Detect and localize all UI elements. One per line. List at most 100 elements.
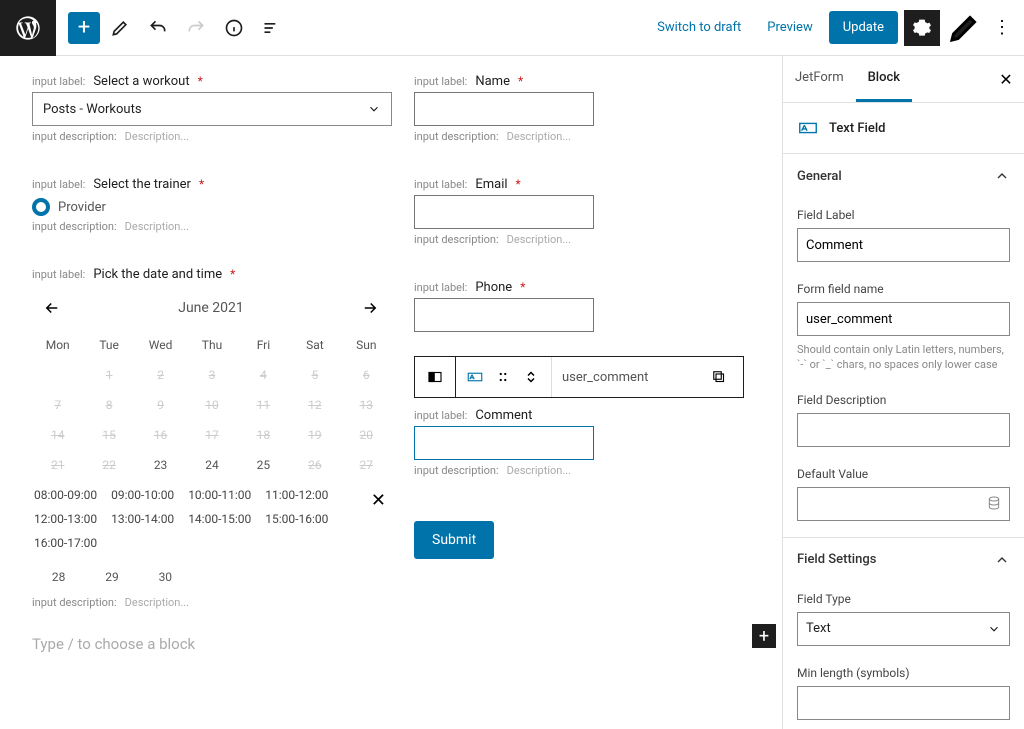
cal-day[interactable]: 28 <box>32 562 85 592</box>
field-desc-lbl: Field Description <box>797 393 1010 407</box>
cal-day[interactable]: 24 <box>186 450 237 480</box>
name-input[interactable] <box>414 92 594 126</box>
block-type-icon-button[interactable] <box>421 363 449 391</box>
chevron-up-icon <box>994 168 1010 184</box>
cal-day[interactable]: 23 <box>135 450 186 480</box>
add-inline-block-button[interactable]: + <box>752 624 776 648</box>
field-desc-input[interactable] <box>797 413 1010 447</box>
cal-day[interactable]: 30 <box>139 562 192 592</box>
cal-day: 4 <box>238 360 289 390</box>
preview-link[interactable]: Preview <box>757 12 822 43</box>
edit-mode-button[interactable] <box>102 10 138 46</box>
chevron-up-icon <box>994 552 1010 568</box>
cal-day: 11 <box>238 390 289 420</box>
phone-field: input label: Phone * <box>414 280 772 332</box>
time-slot[interactable]: 16:00-17:00 <box>32 534 99 552</box>
min-length-input[interactable] <box>797 686 1010 720</box>
undo-button[interactable] <box>140 10 176 46</box>
text-field-icon <box>797 117 819 139</box>
cal-day: 26 <box>289 450 340 480</box>
trainer-label[interactable]: Select the trainer <box>93 177 191 192</box>
close-sidebar-button[interactable]: ✕ <box>988 59 1024 99</box>
datetime-field: input label: Pick the date and time * Ju… <box>32 267 390 609</box>
chevron-down-icon <box>367 102 381 116</box>
field-type-select[interactable]: Text <box>797 612 1010 646</box>
cal-day-header: Sun <box>341 330 392 360</box>
time-slot[interactable]: 10:00-11:00 <box>186 486 253 504</box>
block-prompt[interactable]: Type / to choose a block <box>32 635 390 653</box>
section-general-toggle[interactable]: General <box>783 154 1024 198</box>
cal-day: 15 <box>83 420 134 450</box>
cal-day: 1 <box>83 360 134 390</box>
cal-day: 12 <box>289 390 340 420</box>
info-button[interactable] <box>216 10 252 46</box>
workout-select[interactable]: Posts - Workouts <box>32 92 392 126</box>
time-slot[interactable]: 13:00-14:00 <box>109 510 176 528</box>
block-type-label: Text Field <box>829 121 885 136</box>
phone-label[interactable]: Phone <box>475 280 512 295</box>
time-slot[interactable]: 11:00-12:00 <box>263 486 330 504</box>
comment-field: input label: Comment input description: … <box>414 408 772 477</box>
email-label[interactable]: Email <box>475 177 507 192</box>
settings-button[interactable] <box>904 10 940 46</box>
move-updown-button[interactable] <box>517 363 545 391</box>
scrollbar[interactable] <box>782 56 783 506</box>
datetime-label[interactable]: Pick the date and time <box>93 267 222 282</box>
trainer-field: input label: Select the trainer * Provid… <box>32 177 390 233</box>
cal-day: 22 <box>83 450 134 480</box>
cal-day: 5 <box>289 360 340 390</box>
field-name-input[interactable] <box>797 302 1010 336</box>
comment-input[interactable] <box>414 426 594 460</box>
time-slot[interactable]: 14:00-15:00 <box>186 510 253 528</box>
tab-jetform[interactable]: JetForm <box>783 56 856 102</box>
cal-day[interactable]: 25 <box>238 450 289 480</box>
styles-button[interactable] <box>946 10 982 46</box>
text-field-icon[interactable] <box>461 363 489 391</box>
redo-button <box>178 10 214 46</box>
field-label-input[interactable] <box>797 228 1010 262</box>
copy-icon[interactable] <box>705 363 733 391</box>
wordpress-logo[interactable] <box>0 0 56 56</box>
cal-day[interactable]: 29 <box>85 562 138 592</box>
chevron-down-icon <box>987 622 1001 636</box>
time-slot[interactable]: 12:00-13:00 <box>32 510 99 528</box>
database-icon[interactable] <box>986 495 1002 511</box>
time-slot[interactable]: 08:00-09:00 <box>32 486 99 504</box>
cal-prev-button[interactable] <box>36 292 68 324</box>
close-slots-button[interactable]: ✕ <box>371 490 386 511</box>
trainer-radio-option[interactable]: Provider <box>32 198 390 216</box>
list-view-button[interactable] <box>254 10 290 46</box>
cal-day: 19 <box>289 420 340 450</box>
cal-day: 2 <box>135 360 186 390</box>
cal-day: 9 <box>135 390 186 420</box>
field-type-lbl: Field Type <box>797 592 1010 606</box>
time-slot[interactable]: 15:00-16:00 <box>263 510 330 528</box>
add-block-button[interactable]: + <box>68 12 100 44</box>
default-value-input[interactable] <box>797 487 1010 521</box>
email-input[interactable] <box>414 195 594 229</box>
tab-block[interactable]: Block <box>856 56 912 102</box>
block-field-name: user_comment <box>562 370 648 385</box>
cal-day: 18 <box>238 420 289 450</box>
cal-next-button[interactable] <box>354 292 386 324</box>
radio-icon <box>32 198 50 216</box>
section-settings-toggle[interactable]: Field Settings <box>783 538 1024 582</box>
cal-day: 17 <box>186 420 237 450</box>
workout-field: input label: Select a workout * Posts - … <box>32 74 390 143</box>
name-label[interactable]: Name <box>475 74 510 89</box>
cal-day-header: Mon <box>32 330 83 360</box>
drag-handle-icon[interactable] <box>489 363 517 391</box>
cal-day-header: Fri <box>238 330 289 360</box>
comment-label[interactable]: Comment <box>475 408 532 423</box>
submit-button[interactable]: Submit <box>414 521 494 559</box>
switch-to-draft-link[interactable]: Switch to draft <box>647 12 751 43</box>
field-name-lbl: Form field name <box>797 282 1010 296</box>
default-value-lbl: Default Value <box>797 467 1010 481</box>
more-options-button[interactable]: ⋮ <box>988 10 1016 46</box>
time-slot[interactable]: 09:00-10:00 <box>109 486 176 504</box>
workout-label[interactable]: Select a workout <box>93 74 189 89</box>
phone-input[interactable] <box>414 298 594 332</box>
cal-month: June 2021 <box>178 300 244 316</box>
update-button[interactable]: Update <box>829 11 898 44</box>
workout-value: Posts - Workouts <box>43 102 142 117</box>
